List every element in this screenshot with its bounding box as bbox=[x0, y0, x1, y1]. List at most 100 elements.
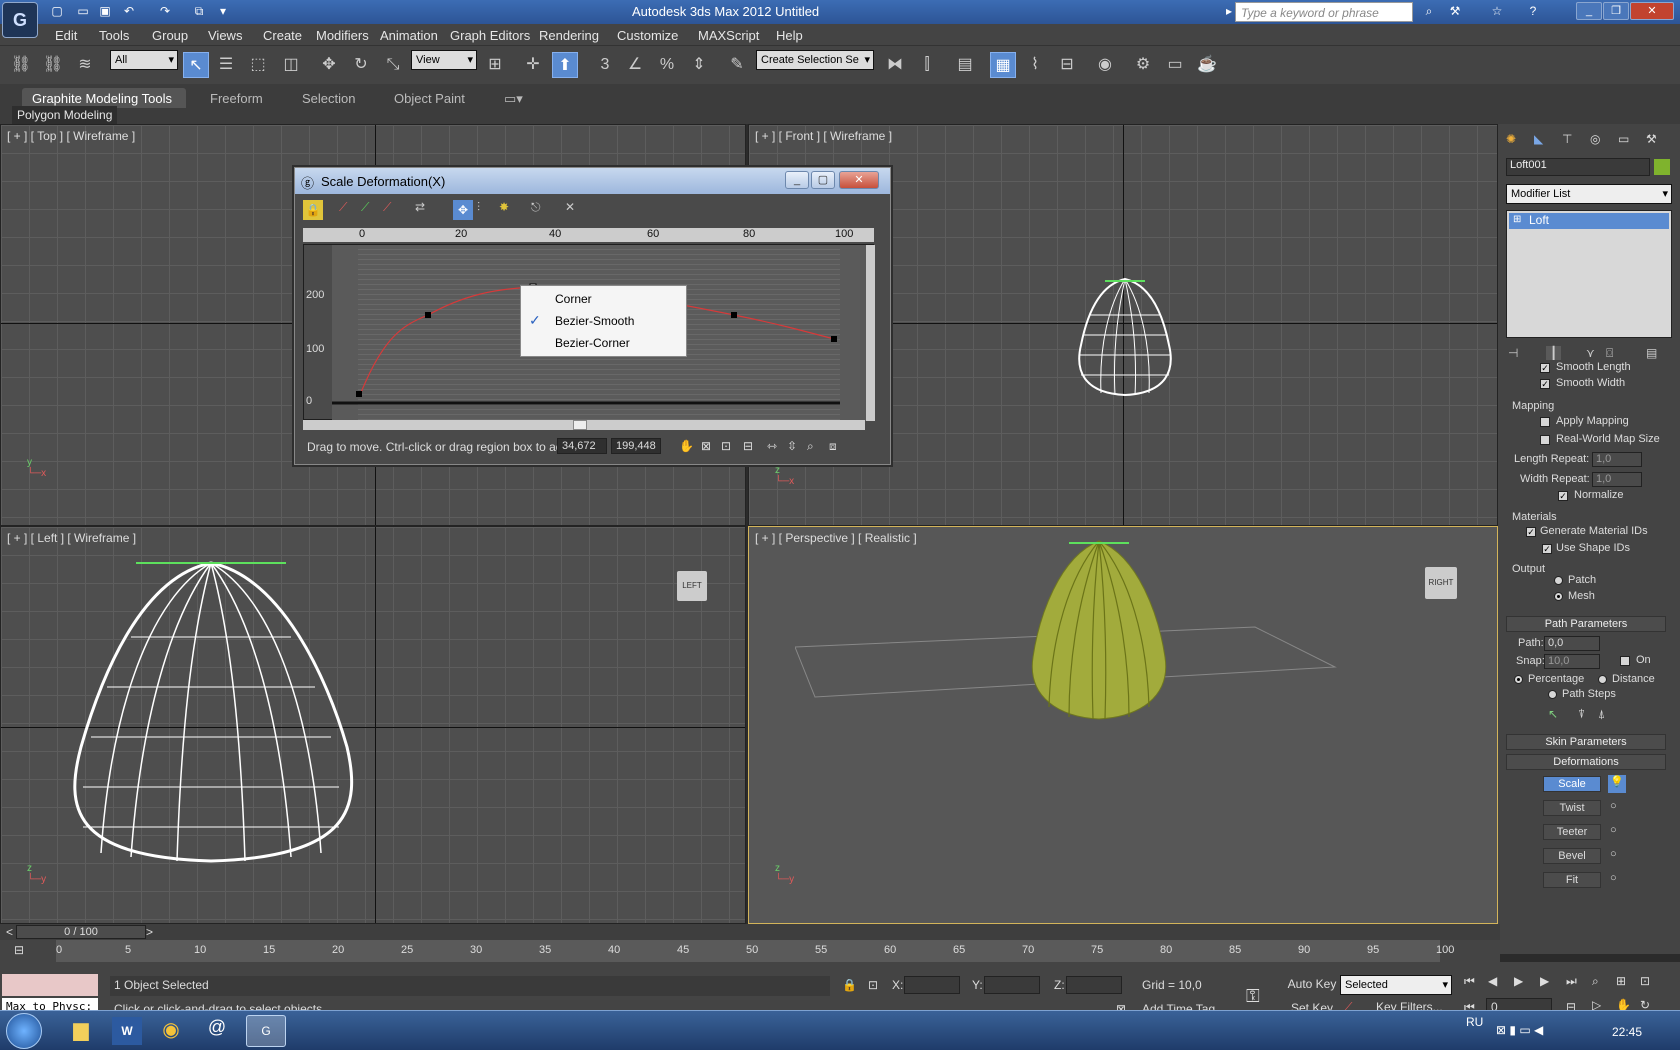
tab-object-paint[interactable]: Object Paint bbox=[384, 88, 475, 108]
mesh-radio[interactable] bbox=[1554, 592, 1563, 601]
object-color-swatch[interactable] bbox=[1654, 159, 1670, 175]
mirror-icon[interactable]: ⧓ bbox=[882, 52, 908, 78]
next-frame-icon[interactable]: ▶ bbox=[1540, 974, 1549, 988]
menu-help[interactable]: Help bbox=[776, 28, 803, 43]
minimize-button[interactable]: _ bbox=[1576, 2, 1602, 20]
zoom-region-icon[interactable]: ⧈ bbox=[829, 439, 837, 454]
key-selection-dropdown[interactable]: Selected bbox=[1340, 975, 1452, 995]
z-coordinate-field[interactable] bbox=[1066, 976, 1122, 994]
chrome-taskbar-icon[interactable]: ◉ bbox=[156, 1017, 186, 1045]
word-taskbar-icon[interactable]: W bbox=[112, 1017, 142, 1045]
viewport-label[interactable]: [ + ] [ Front ] [ Wireframe ] bbox=[755, 129, 892, 143]
3dsmax-taskbar-icon[interactable]: G bbox=[246, 1015, 286, 1047]
horizontal-scrollbar[interactable] bbox=[303, 420, 865, 430]
scale-deformation-button[interactable]: Scale bbox=[1543, 776, 1601, 792]
stack-item-loft[interactable]: ⊞ Loft bbox=[1509, 213, 1669, 229]
absolute-mode-icon[interactable]: ⊡ bbox=[868, 978, 878, 992]
tab-selection[interactable]: Selection bbox=[292, 88, 365, 108]
go-to-end-icon[interactable]: ⏭ bbox=[1566, 974, 1577, 989]
coord-y-field[interactable]: 199,448 bbox=[611, 438, 661, 454]
delete-control-point-icon[interactable]: ⎋ bbox=[531, 200, 541, 215]
tray-icons[interactable]: ⊠ ▮ ▭ ◀ bbox=[1496, 1023, 1543, 1037]
viewport-perspective[interactable]: [ + ] [ Perspective ] [ Realistic ] RIGH… bbox=[748, 526, 1498, 924]
save-file-icon[interactable]: ▣ bbox=[96, 3, 114, 20]
coord-x-field[interactable]: 34,672 bbox=[557, 438, 607, 454]
tab-graphite-modeling-tools[interactable]: Graphite Modeling Tools bbox=[22, 88, 186, 108]
menu-customize[interactable]: Customize bbox=[617, 28, 678, 43]
utilities-tab-icon[interactable]: ⚒ bbox=[1646, 132, 1657, 146]
pivot-center-icon[interactable]: ⊞ bbox=[482, 52, 508, 78]
motion-tab-icon[interactable]: ◎ bbox=[1590, 132, 1600, 146]
next-shape-icon[interactable]: ⍋ bbox=[1598, 707, 1605, 722]
open-file-icon[interactable]: ▭ bbox=[74, 3, 92, 20]
viewport-left[interactable]: [ + ] [ Left ] [ Wireframe ] LEFT z └─y bbox=[0, 526, 746, 924]
render-production-icon[interactable]: ☕ bbox=[1194, 52, 1220, 78]
menu-tools[interactable]: Tools bbox=[99, 28, 129, 43]
zoom-extents-icon[interactable]: ⊡ bbox=[1640, 974, 1650, 988]
project-folder-icon[interactable]: ⧉ bbox=[190, 3, 208, 20]
graphite-toggle-icon[interactable]: ▦ bbox=[990, 52, 1016, 78]
zoom-all-icon[interactable]: ⊞ bbox=[1616, 974, 1626, 988]
time-slider-thumb[interactable]: 0 / 100 bbox=[16, 925, 146, 939]
zoom-extents-icon[interactable]: ⊠ bbox=[701, 439, 711, 453]
rendered-frame-icon[interactable]: ▭ bbox=[1162, 52, 1188, 78]
menu-modifiers[interactable]: Modifiers bbox=[316, 28, 369, 43]
bind-space-warp-icon[interactable]: ≋ bbox=[72, 52, 98, 78]
teeter-deformation-button[interactable]: Teeter bbox=[1543, 824, 1601, 840]
selection-filter-dropdown[interactable]: All bbox=[110, 50, 178, 70]
named-selection-sets-dropdown[interactable]: Create Selection Se bbox=[756, 50, 874, 70]
vertical-scrollbar[interactable] bbox=[866, 245, 875, 421]
schematic-view-icon[interactable]: ⊟ bbox=[1054, 52, 1080, 78]
auto-key-button[interactable]: Auto Key bbox=[1286, 974, 1338, 994]
fit-deformation-button[interactable]: Fit bbox=[1543, 872, 1601, 888]
twist-deformation-button[interactable]: Twist bbox=[1543, 800, 1601, 816]
skin-parameters-rollout[interactable]: Skin Parameters bbox=[1506, 734, 1666, 750]
align-icon[interactable]: ⫿ bbox=[914, 52, 940, 78]
display-x-axis-icon[interactable]: ⟋ bbox=[339, 200, 347, 215]
select-and-rotate-icon[interactable]: ↻ bbox=[348, 52, 374, 78]
modify-tab-icon[interactable]: ◣ bbox=[1534, 132, 1543, 146]
distance-radio[interactable] bbox=[1598, 675, 1607, 684]
menu-create[interactable]: Create bbox=[263, 28, 302, 43]
dialog-minimize-button[interactable]: _ bbox=[785, 171, 809, 189]
smooth-width-checkbox[interactable]: ✓ bbox=[1540, 379, 1550, 389]
dialog-title-bar[interactable]: ⓖ Scale Deformation(X) _ ▢ ✕ bbox=[295, 168, 890, 194]
width-repeat-field[interactable]: 1,0 bbox=[1592, 472, 1642, 487]
unlink-icon[interactable]: ⛓ bbox=[40, 52, 66, 78]
length-repeat-field[interactable]: 1,0 bbox=[1592, 452, 1642, 467]
normalize-checkbox[interactable]: ✓ bbox=[1558, 491, 1568, 501]
ribbon-options-icon[interactable]: ▭▾ bbox=[494, 88, 533, 108]
time-slider[interactable]: < 0 / 100 > bbox=[0, 924, 1500, 940]
select-object-icon[interactable]: ↖ bbox=[183, 52, 209, 78]
tab-freeform[interactable]: Freeform bbox=[200, 88, 273, 108]
viewport-label[interactable]: [ + ] [ Top ] [ Wireframe ] bbox=[7, 129, 135, 143]
set-key-icon[interactable]: ⚿ bbox=[1246, 986, 1260, 1007]
menu-views[interactable]: Views bbox=[208, 28, 242, 43]
mailru-taskbar-icon[interactable]: @ bbox=[202, 1017, 232, 1045]
viewport-label[interactable]: [ + ] [ Left ] [ Wireframe ] bbox=[7, 531, 136, 545]
explorer-taskbar-icon[interactable]: ▆ bbox=[66, 1017, 96, 1045]
zoom-icon[interactable]: ⌕ bbox=[1592, 974, 1599, 989]
time-prev-icon[interactable]: < bbox=[6, 925, 13, 939]
menu-animation[interactable]: Animation bbox=[380, 28, 438, 43]
snaps-toggle-icon[interactable]: 3 bbox=[592, 52, 618, 78]
insert-corner-point-icon[interactable]: ✸ bbox=[499, 200, 509, 214]
restore-button[interactable]: ❐ bbox=[1603, 2, 1629, 20]
start-button-icon[interactable] bbox=[6, 1013, 42, 1049]
time-next-icon[interactable]: > bbox=[146, 925, 153, 939]
favorites-star-icon[interactable]: ☆ bbox=[1488, 3, 1506, 20]
select-by-name-icon[interactable]: ☰ bbox=[213, 52, 239, 78]
configure-modifier-sets-icon[interactable]: ▤ bbox=[1646, 346, 1657, 360]
zoom-icon[interactable]: ⌕ bbox=[807, 439, 814, 454]
curve-editor-icon[interactable]: ⌇ bbox=[1022, 52, 1048, 78]
language-indicator[interactable]: RU bbox=[1466, 1015, 1483, 1029]
new-file-icon[interactable]: ▢ bbox=[48, 3, 66, 20]
clock[interactable]: 22:45 bbox=[1612, 1025, 1642, 1039]
percentage-radio[interactable] bbox=[1514, 675, 1523, 684]
snap-field[interactable]: 10,0 bbox=[1544, 654, 1600, 669]
reference-coordinate-dropdown[interactable]: View bbox=[411, 50, 477, 70]
binoculars-icon[interactable]: ⌕ bbox=[1420, 3, 1438, 20]
track-bar[interactable]: ⊟ 0 5 10 15 20 25 30 35 40 45 50 55 60 65 70 75 80 85 90 95… bbox=[0, 940, 1500, 962]
zoom-horizontal-icon[interactable]: ⇿ bbox=[767, 439, 777, 453]
app-logo-icon[interactable]: G bbox=[2, 2, 38, 38]
